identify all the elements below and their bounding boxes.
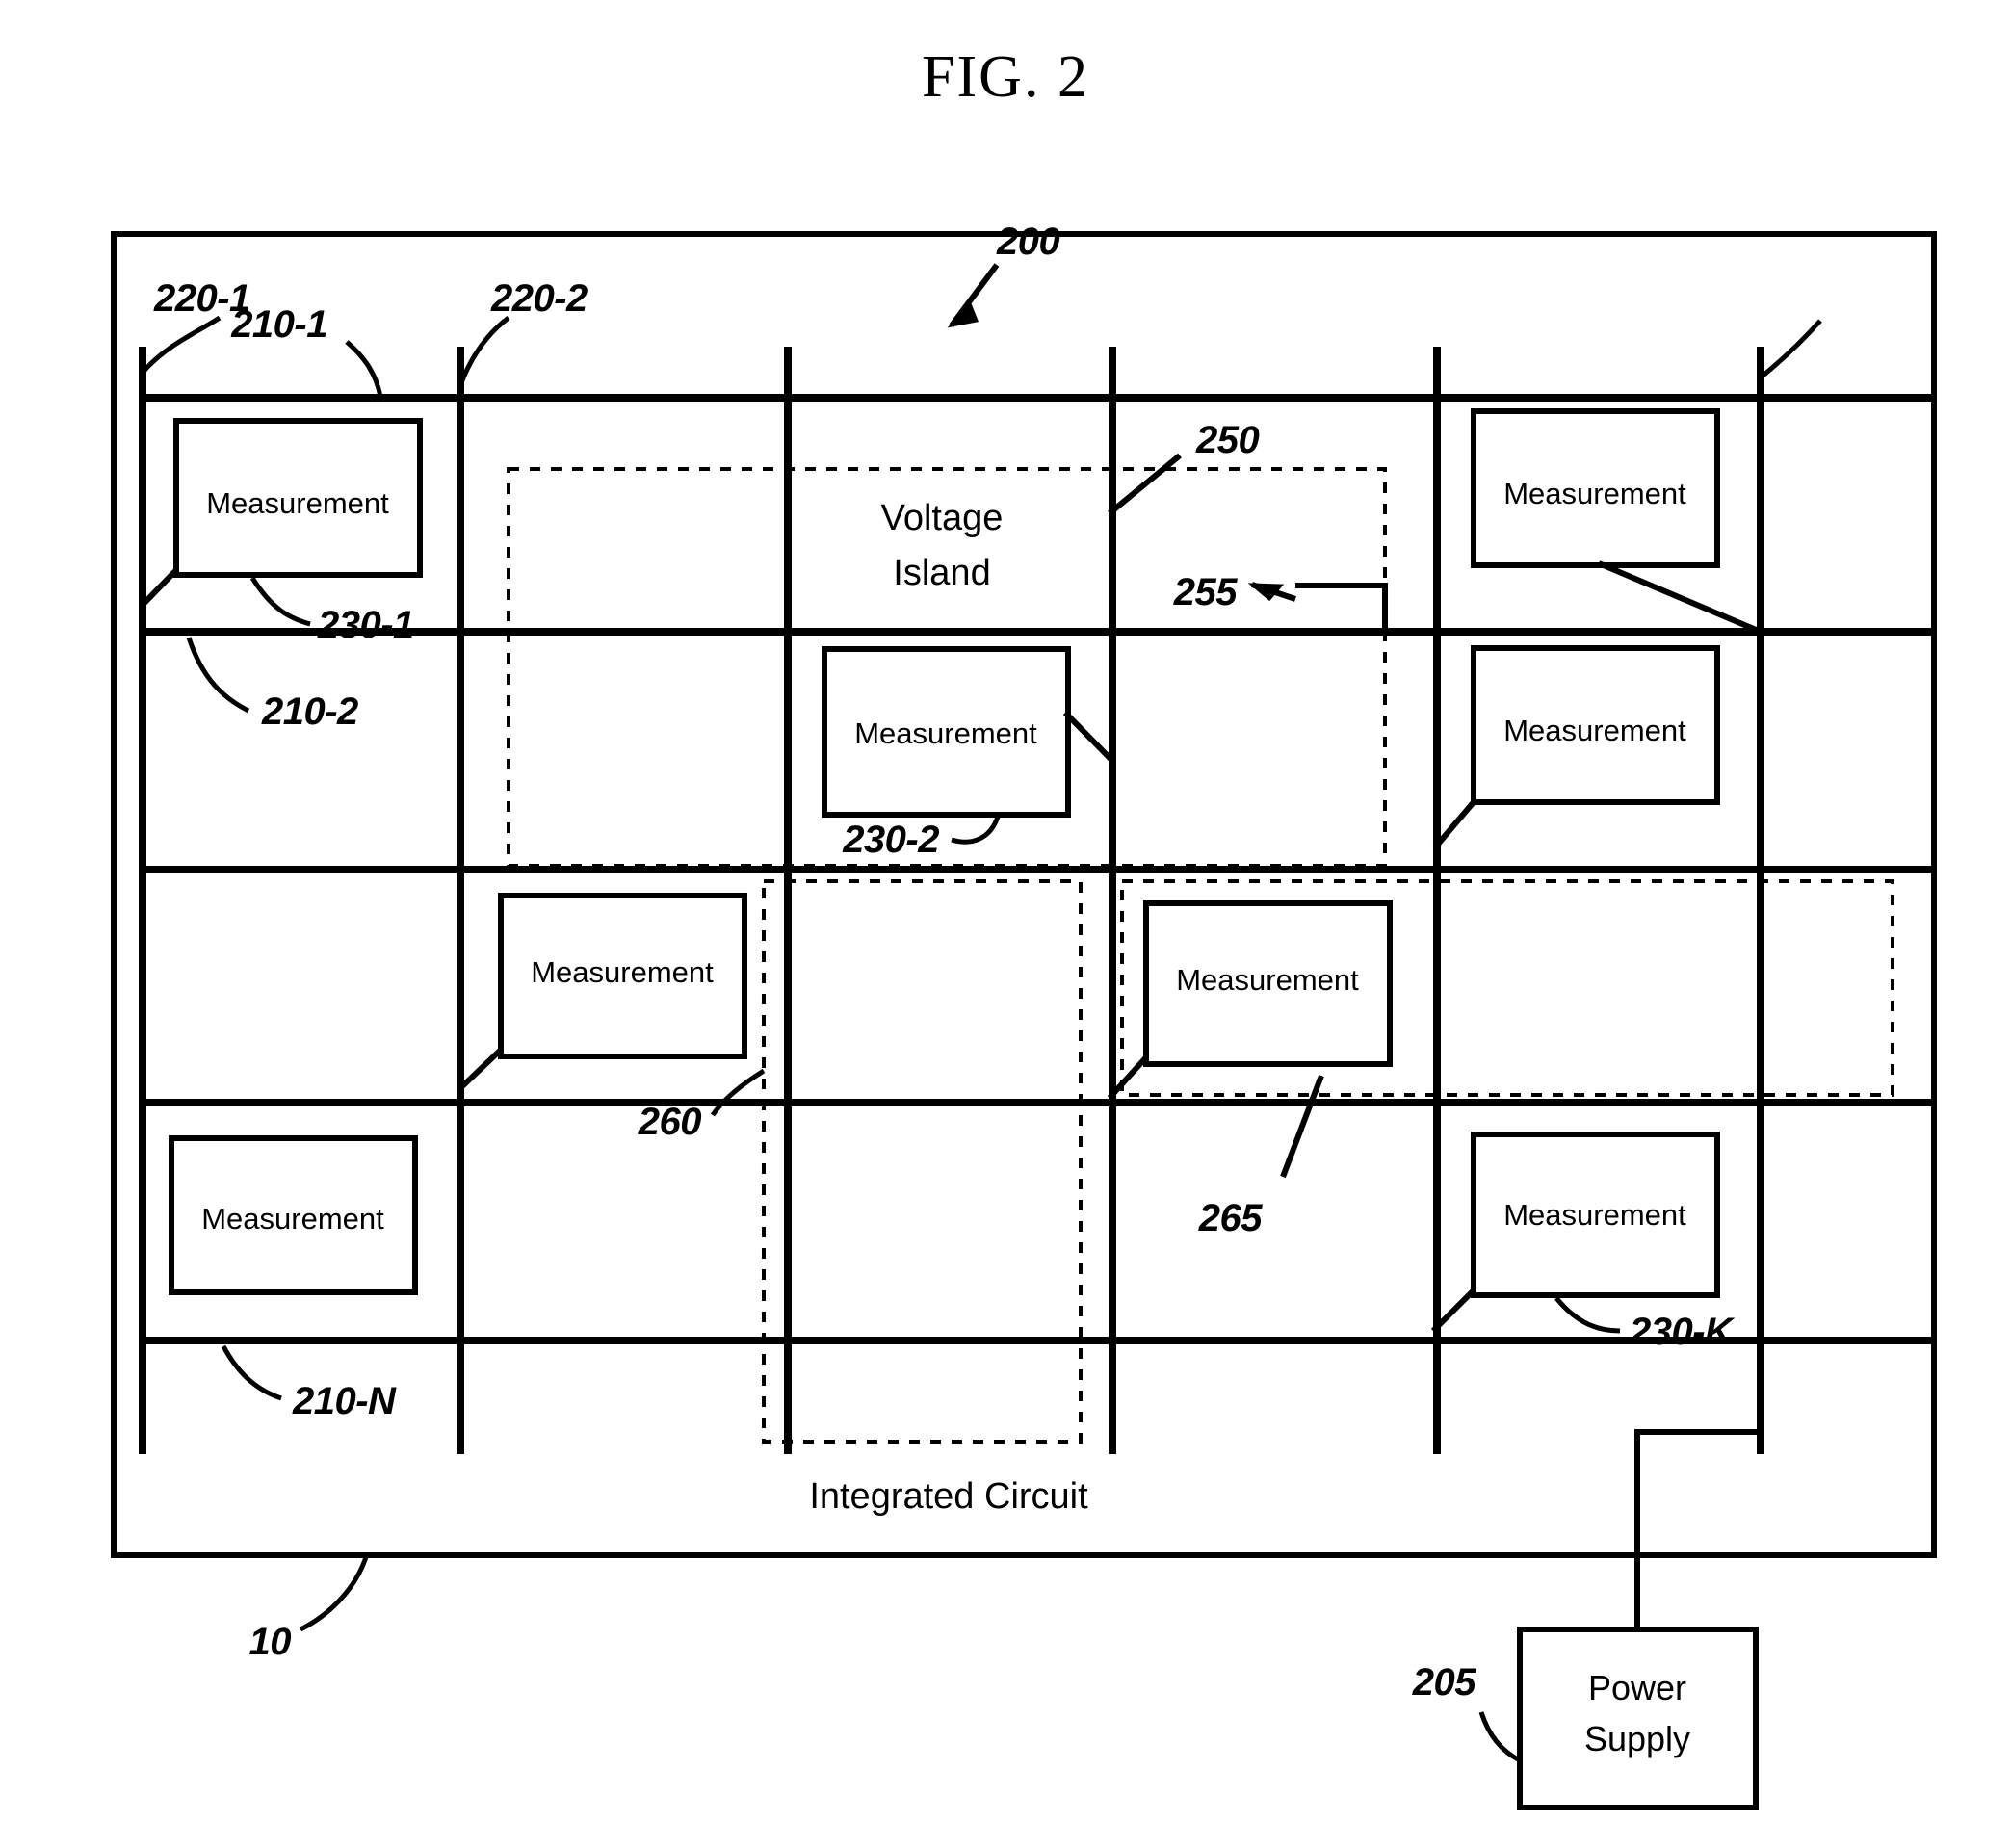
measurement-box-label: Measurement bbox=[201, 1202, 384, 1236]
measurement-box-label: Measurement bbox=[854, 716, 1037, 750]
integrated-circuit-label: Integrated Circuit bbox=[809, 1476, 1088, 1517]
ref-label-210-N: 210-N bbox=[292, 1380, 397, 1422]
measurement-box-label: Measurement bbox=[1503, 477, 1686, 510]
figure-title: FIG. 2 bbox=[922, 44, 1089, 110]
measurement-box-label: Measurement bbox=[206, 486, 389, 520]
measurement-circuit-r2c3: Measurement bbox=[822, 646, 1115, 818]
ref-label-200: 200 bbox=[996, 221, 1059, 263]
ref-label-205: 205 bbox=[1412, 1661, 1476, 1704]
power-supply-label-line1: Power bbox=[1588, 1668, 1686, 1707]
ref-label-250: 250 bbox=[1195, 419, 1259, 461]
page-background bbox=[0, 0, 2011, 1848]
ref-label-210-2: 210-2 bbox=[261, 690, 358, 733]
ref-label-230-2: 230-2 bbox=[842, 819, 939, 861]
ref-label-260: 260 bbox=[638, 1101, 701, 1143]
ref-label-230-K: 230-K bbox=[1629, 1311, 1736, 1353]
measurement-box-label: Measurement bbox=[1503, 714, 1686, 747]
ref-label-265: 265 bbox=[1198, 1197, 1263, 1239]
measurement-circuit-r3c2: Measurement bbox=[457, 893, 747, 1091]
ref-label-210-1: 210-1 bbox=[230, 303, 327, 346]
figure-canvas: FIG. 2 Measurement Measurement Measureme… bbox=[0, 0, 2011, 1848]
ref-label-230-1: 230-1 bbox=[317, 604, 414, 646]
patent-figure-2: FIG. 2 Measurement Measurement Measureme… bbox=[0, 0, 2011, 1848]
measurement-circuit-r4c1: Measurement bbox=[169, 1135, 418, 1295]
measurement-box-label: Measurement bbox=[531, 955, 714, 989]
voltage-island-label-line2: Island bbox=[893, 553, 990, 593]
ref-label-220-2: 220-2 bbox=[490, 277, 588, 320]
measurement-box-label: Measurement bbox=[1503, 1198, 1686, 1232]
power-supply-block: Power Supply bbox=[1517, 1627, 1759, 1810]
power-supply-label-line2: Supply bbox=[1584, 1719, 1690, 1758]
voltage-island-label-line1: Voltage bbox=[881, 498, 1004, 538]
ref-label-255: 255 bbox=[1173, 571, 1238, 613]
ref-label-10: 10 bbox=[249, 1621, 292, 1663]
measurement-circuit-r1c1: Measurement bbox=[140, 418, 423, 608]
measurement-box-label: Measurement bbox=[1176, 963, 1359, 997]
